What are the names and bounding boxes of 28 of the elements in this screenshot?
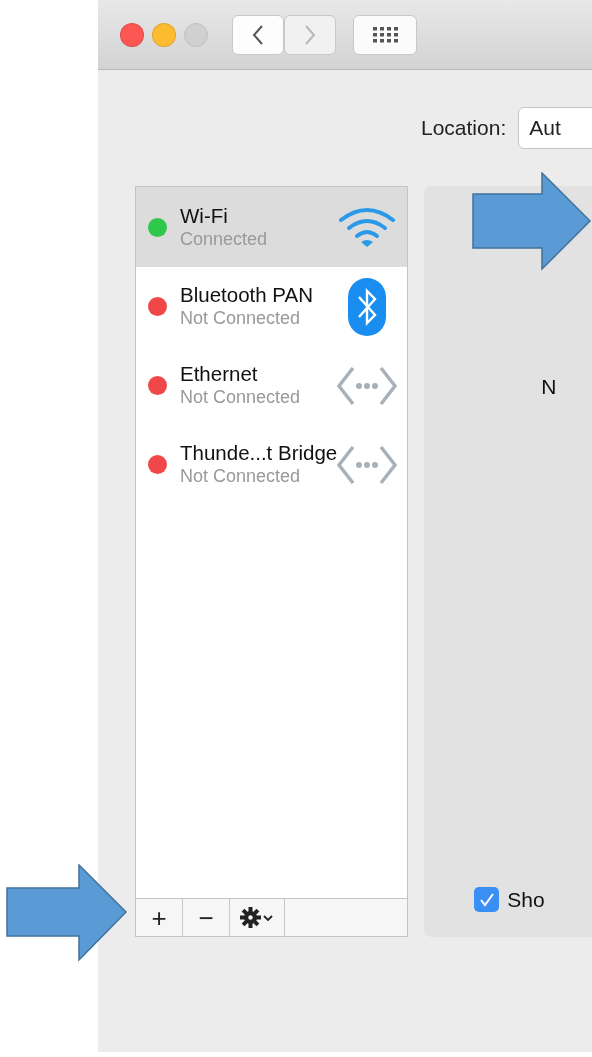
- service-status: Not Connected: [180, 466, 302, 488]
- wifi-icon: [338, 206, 397, 248]
- checkbox-label: Sho: [507, 887, 545, 913]
- service-status: Connected: [180, 228, 269, 251]
- service-status: Not Connected: [180, 387, 302, 409]
- service-name: Wi-Fi: [180, 203, 229, 229]
- checkbox[interactable]: [474, 887, 500, 913]
- service-status: Not Connected: [180, 308, 302, 330]
- service-item[interactable]: Thunde...t Bridge Not Connected: [136, 425, 408, 504]
- service-name: Bluetooth PAN: [180, 283, 314, 308]
- back-button[interactable]: [232, 14, 284, 55]
- service-name: Ethernet: [180, 362, 259, 387]
- service-item[interactable]: Bluetooth PAN Not Connected: [136, 267, 408, 346]
- check-icon: [478, 891, 495, 908]
- detail-label: N: [541, 374, 557, 400]
- location-label: Location:: [421, 115, 507, 142]
- bluetooth-icon: [348, 277, 387, 336]
- location-dropdown[interactable]: Aut: [518, 107, 592, 149]
- grid-icon: [372, 26, 398, 43]
- ethernet-icon: [337, 444, 398, 485]
- gear-icon: [240, 906, 274, 929]
- service-item[interactable]: Ethernet Not Connected: [136, 346, 408, 425]
- service-name: Thunde...t Bridge: [180, 441, 338, 466]
- show-all-button[interactable]: [353, 14, 417, 55]
- ethernet-icon: [337, 365, 398, 406]
- minimize-button[interactable]: [152, 22, 176, 47]
- service-item[interactable]: Wi-Fi Connected: [136, 187, 408, 267]
- close-button[interactable]: [120, 22, 144, 47]
